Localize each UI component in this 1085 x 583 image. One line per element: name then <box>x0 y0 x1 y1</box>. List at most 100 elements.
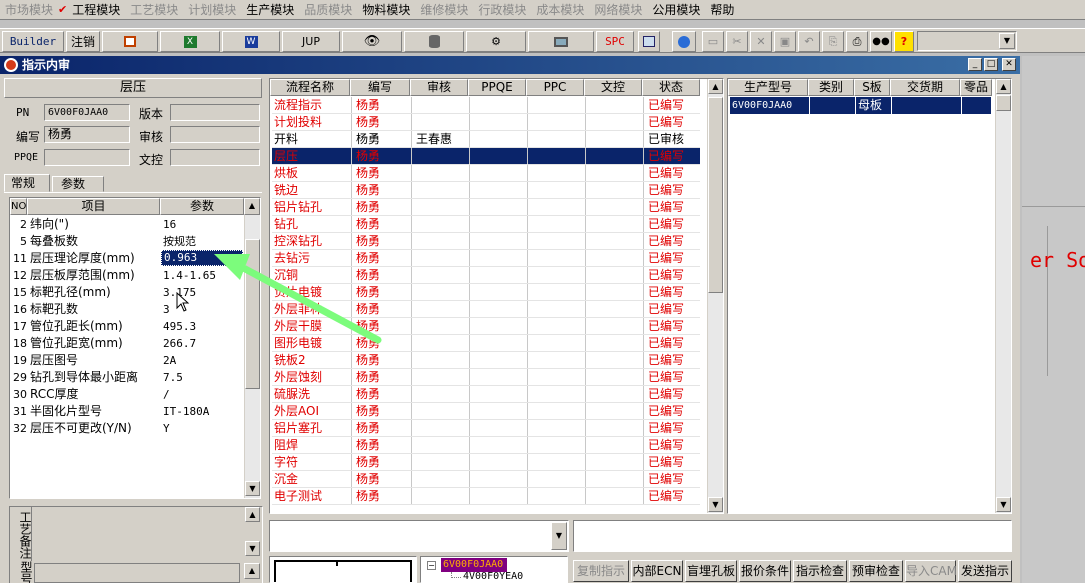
action-button-4[interactable]: 指示检查 <box>793 560 847 582</box>
table-row[interactable]: 铝片钻孔 杨勇 已编写 <box>272 199 700 216</box>
scroll-up-arrow[interactable]: ▲ <box>244 198 260 215</box>
param-row[interactable]: 2 纬向(") 16 <box>10 216 241 233</box>
table-row[interactable]: 去钻污 杨勇 已编写 <box>272 250 700 267</box>
action-button-2[interactable]: 盲埋孔板 <box>685 560 737 582</box>
tab-general[interactable]: 常规 <box>4 174 50 192</box>
action-button-1[interactable]: 内部ECN <box>631 560 683 582</box>
help-button[interactable]: ? <box>894 31 914 52</box>
undo-button[interactable]: ↶ <box>798 31 820 52</box>
action-button-5[interactable]: 预审检查 <box>849 560 903 582</box>
minimize-button[interactable]: _ <box>968 58 982 71</box>
param-value[interactable]: 按规范 <box>161 233 243 250</box>
param-value[interactable]: 2A <box>161 352 243 369</box>
menu-item-8[interactable]: 行政模块 <box>473 0 531 20</box>
close-button[interactable]: ✕ <box>1002 58 1016 71</box>
table-row[interactable]: 6V00F0JAA0 母板 <box>730 97 992 114</box>
pn-field[interactable]: 6V00F0JAA0 <box>44 104 130 121</box>
action-button-6[interactable]: 导入CAM <box>905 560 957 582</box>
menu-item-5[interactable]: 品质模块 <box>299 0 357 20</box>
word-button[interactable]: W <box>222 31 280 52</box>
ppqe-field[interactable] <box>44 149 130 166</box>
param-value[interactable]: 495.3 <box>161 318 243 335</box>
model-scroll-up[interactable]: ▲ <box>244 563 260 579</box>
table-row[interactable]: 沉金 杨勇 已编写 <box>272 471 700 488</box>
table-row[interactable]: 字符 杨勇 已编写 <box>272 454 700 471</box>
builder-button[interactable]: Builder <box>2 31 64 52</box>
menu-item-12[interactable]: 帮助 <box>705 0 739 20</box>
remark-scrollbar[interactable]: ▲ ▼ <box>244 507 260 557</box>
table-row[interactable]: 铝片塞孔 杨勇 已编写 <box>272 420 700 437</box>
param-value[interactable]: / <box>161 386 243 403</box>
spc-button[interactable]: SPC <box>596 31 634 52</box>
chevron-down-icon[interactable]: ▼ <box>999 33 1015 49</box>
cut-button[interactable]: ✂ <box>726 31 748 52</box>
notes-field[interactable]: ▼ <box>269 520 569 552</box>
param-row[interactable]: 18 管位孔距宽(mm) 266.7 <box>10 335 241 352</box>
view-button[interactable]: 👁 <box>342 31 402 52</box>
table-row[interactable]: 外层菲林 杨勇 已编写 <box>272 301 700 318</box>
param-value[interactable]: Y <box>161 420 243 437</box>
doc-control-field[interactable] <box>170 149 260 166</box>
toolbar-combo[interactable]: ▼ <box>917 31 1017 51</box>
param-row[interactable]: 16 标靶孔数 3 <box>10 301 241 318</box>
table-row[interactable]: 钻孔 杨勇 已编写 <box>272 216 700 233</box>
menu-item-9[interactable]: 成本模块 <box>531 0 589 20</box>
action-button-7[interactable]: 发送指示 <box>958 560 1012 582</box>
param-value[interactable]: 266.7 <box>161 335 243 352</box>
ie-button[interactable] <box>672 31 696 52</box>
menu-item-6[interactable]: 物料模块 <box>357 0 415 20</box>
version-field[interactable] <box>170 104 260 121</box>
menu-item-0[interactable]: 市场模块 <box>0 0 58 20</box>
table-row[interactable]: 电子测试 杨勇 已编写 <box>272 488 700 505</box>
new-button[interactable]: ▭ <box>702 31 724 52</box>
param-row[interactable]: 30 RCC厚度 / <box>10 386 241 403</box>
form-button[interactable] <box>102 31 158 52</box>
save-button[interactable]: ▣ <box>774 31 796 52</box>
param-row[interactable]: 15 标靶孔径(mm) 3.175 <box>10 284 241 301</box>
table-row[interactable]: 控深钻孔 杨勇 已编写 <box>272 233 700 250</box>
remark-scroll-down[interactable]: ▼ <box>245 541 260 556</box>
prod-scrollbar[interactable]: ▲ ▼ <box>995 79 1011 513</box>
tab-params[interactable]: 参数 <box>52 176 104 192</box>
param-value[interactable]: 0.963 <box>161 250 243 266</box>
print-button[interactable]: ⎙ <box>846 31 868 52</box>
menu-item-3[interactable]: 计划模块 <box>183 0 241 20</box>
flow-scroll-thumb[interactable] <box>708 97 723 293</box>
database-button[interactable] <box>404 31 464 52</box>
menu-item-2[interactable]: 工艺模块 <box>125 0 183 20</box>
table-row[interactable]: 开料 杨勇 王春惠 已审核 <box>272 131 700 148</box>
table-row[interactable]: 烘板 杨勇 已编写 <box>272 165 700 182</box>
prod-scroll-up[interactable]: ▲ <box>996 79 1011 94</box>
param-row[interactable]: 32 层压不可更改(Y/N) Y <box>10 420 241 437</box>
table-row[interactable]: 阻焊 杨勇 已编写 <box>272 437 700 454</box>
table-row[interactable]: 外层蚀刻 杨勇 已编写 <box>272 369 700 386</box>
table-row[interactable]: 流程指示 杨勇 已编写 <box>272 97 700 114</box>
calendar-button[interactable] <box>638 31 660 52</box>
table-row[interactable]: 外层干膜 杨勇 已编写 <box>272 318 700 335</box>
chevron-down-icon[interactable]: ▼ <box>551 522 567 550</box>
find-button[interactable]: ●● <box>870 31 892 52</box>
params-scrollbar[interactable]: ▼ <box>244 215 260 498</box>
menu-item-1[interactable]: 工程模块 <box>67 0 125 20</box>
scroll-down-arrow[interactable]: ▼ <box>245 481 260 496</box>
flow-scroll-up[interactable]: ▲ <box>708 79 723 94</box>
excel-button[interactable]: X <box>160 31 220 52</box>
param-value[interactable]: 3.175 <box>161 284 243 301</box>
remark-text[interactable] <box>34 509 240 555</box>
param-value[interactable]: 1.4-1.65 <box>161 267 243 284</box>
param-row[interactable]: 31 半固化片型号 IT-180A <box>10 403 241 420</box>
table-row[interactable]: 硫脲洗 杨勇 已编写 <box>272 386 700 403</box>
prod-scroll-down[interactable]: ▼ <box>996 497 1011 512</box>
table-row[interactable]: 铣边 杨勇 已编写 <box>272 182 700 199</box>
table-row[interactable]: 计划投料 杨勇 已编写 <box>272 114 700 131</box>
tree-expand-icon[interactable]: − <box>427 561 436 570</box>
network-button[interactable]: ⚙ <box>466 31 526 52</box>
delete-button[interactable]: ✕ <box>750 31 772 52</box>
param-row[interactable]: 12 层压板厚范围(mm) 1.4-1.65 <box>10 267 241 284</box>
param-value[interactable]: 16 <box>161 216 243 233</box>
menu-item-4[interactable]: 生产模块 <box>241 0 299 20</box>
param-row[interactable]: 29 钻孔到导体最小距离 7.5 <box>10 369 241 386</box>
maximize-button[interactable]: □ <box>984 58 998 71</box>
tree-root[interactable]: 6V00F0JAA0 <box>441 558 507 572</box>
param-row[interactable]: 11 层压理论厚度(mm) 0.963 <box>10 250 243 267</box>
